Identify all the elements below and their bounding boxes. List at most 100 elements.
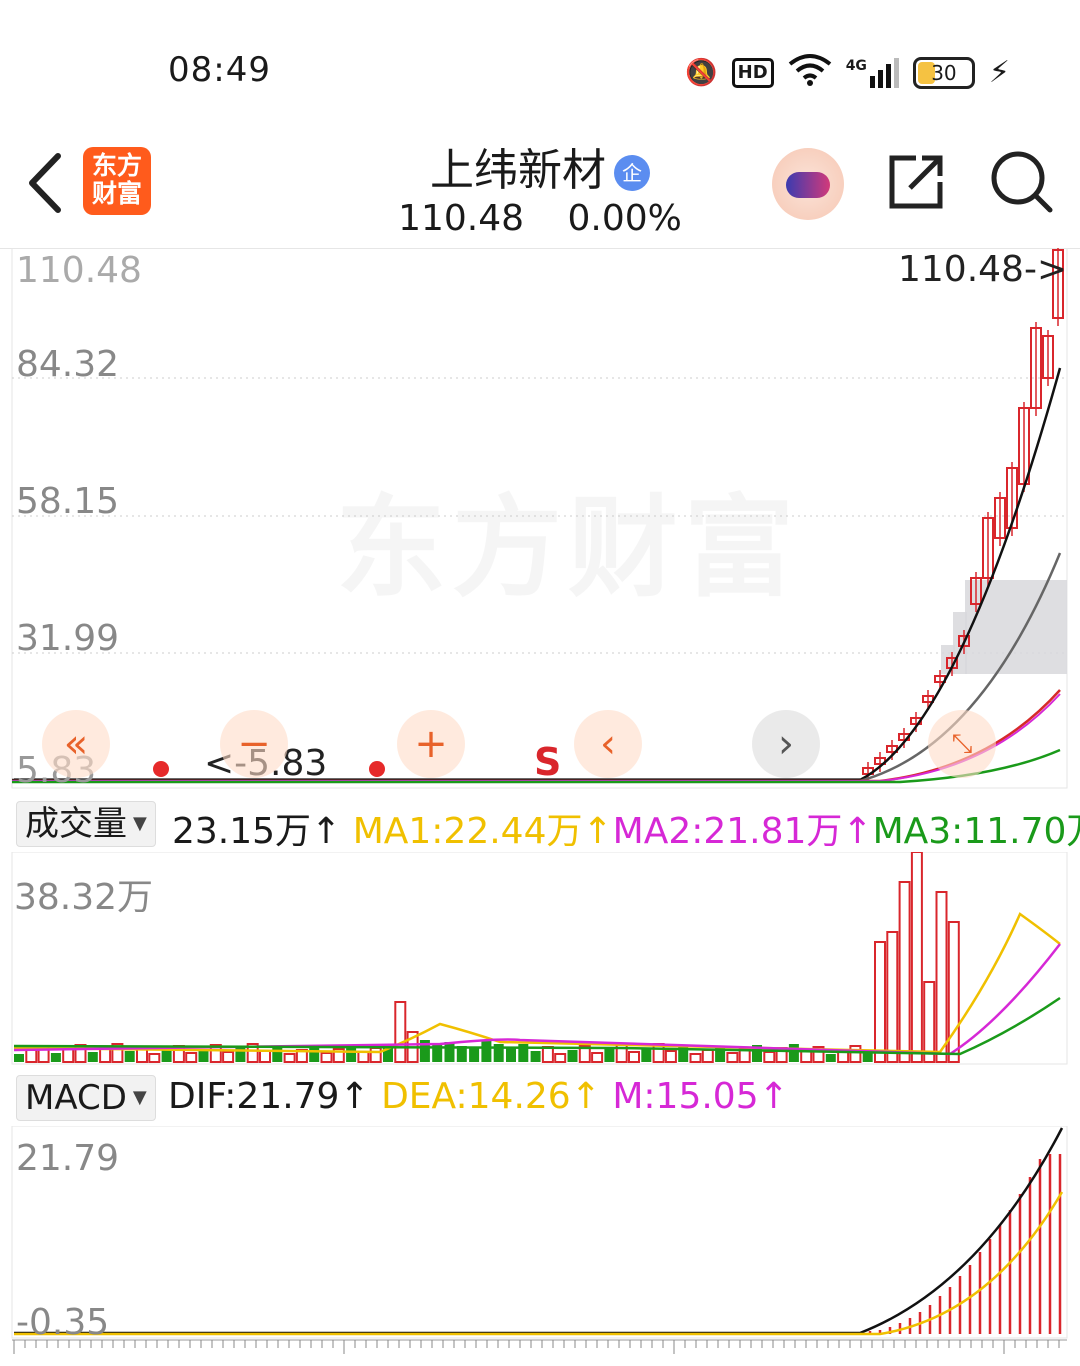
fullscreen-button[interactable]: ⤡ [928,710,996,778]
volume-bar [800,1050,813,1063]
volume-bar [506,1048,516,1062]
macd-y-min: -0.35 [16,1302,110,1343]
mute-icon: 🔕 [685,57,718,88]
kline-y-label-3: 58.15 [16,481,120,522]
scroll-left-button[interactable]: ‹ [574,710,642,778]
minus-icon: − [237,721,271,767]
hd-icon: HD [731,57,774,88]
volume-bar [14,1054,24,1062]
volume-bar [394,1001,407,1063]
volume-bar [604,1049,615,1062]
macd-dif: DIF:21.79↑ [168,1076,370,1117]
volume-ma1-line [13,912,1061,1054]
macd-legend: DIF:21.79↑ DEA:14.26↑ M:15.05↑ [168,1076,789,1117]
volume-bar [715,1046,726,1062]
chevron-left-icon: ‹ [600,721,616,767]
share-icon[interactable] [886,152,946,216]
macd-chart[interactable] [0,1126,1080,1366]
volume-bar [161,1050,172,1062]
volume-bar [320,1052,333,1063]
sell-signal: S [534,740,562,784]
volume-bar [185,1052,198,1063]
volume-bar [689,1053,702,1063]
zoom-in-button[interactable]: + [397,710,465,778]
volume-bar [357,1051,370,1063]
max-price-marker: 110.48-> [898,249,1068,290]
volume-indicator-select[interactable]: 成交量 ▼ [16,801,156,847]
volume-select-label: 成交量 [25,804,127,844]
kline-chart[interactable] [0,248,1080,798]
volume-bar [62,1048,75,1063]
search-icon[interactable] [990,150,1054,218]
caret-down-icon: ▼ [132,1087,147,1108]
volume-ma3: MA3:11.70万↑ [872,811,1080,852]
volume-bar [701,1049,714,1063]
caret-down-icon: ▼ [133,813,147,834]
kline-candles [862,248,1064,782]
scroll-right-button[interactable]: › [752,710,820,778]
volume-bars [14,852,960,1063]
volume-bar [25,1049,38,1063]
enterprise-badge: 企 [614,155,650,191]
signal-dot [369,761,385,777]
stock-name: 上纬新材 [430,145,606,196]
wifi-icon [788,52,832,93]
volume-bar [788,1044,799,1062]
expand-icon: ⤡ [951,728,973,759]
stock-header: 东方 财富 上纬新材企 110.48 0.00% [0,120,1080,249]
macd-y-max: 21.79 [16,1138,120,1179]
volume-bar [124,1051,135,1062]
macd-dea: DEA:14.26↑ [381,1076,601,1117]
battery-level: 30 [931,60,957,85]
chevron-right-icon: › [778,721,794,767]
volume-bar [591,1052,604,1063]
macd-dif-line [14,1127,1064,1335]
volume-bar [567,1050,578,1062]
volume-bar [935,891,948,1063]
network-type: 4G [845,57,867,74]
volume-bar [283,1053,296,1063]
zoom-out-button[interactable]: − [220,710,288,778]
macd-m: M:15.05↑ [612,1076,789,1117]
battery-icon: 30 [912,56,975,89]
volume-bar [50,1053,61,1062]
volume-bar [369,1047,382,1063]
change-percent: 0.00% [567,198,682,239]
volume-bar [444,1042,455,1062]
charging-icon: ⚡ [988,55,1010,90]
kline-y-label-max: 110.48 [16,250,142,291]
volume-bar [898,881,911,1063]
macd-select-label: MACD [25,1078,127,1118]
volume-bar [87,1052,98,1062]
volume-legend: 23.15万↑ MA1:22.44万↑MA2:21.81万↑MA3:11.70万… [172,802,1080,854]
plus-icon: + [414,721,448,767]
macd-dea-line [14,1191,1064,1336]
volume-bar [825,1054,836,1062]
volume-bar [886,931,899,1063]
ma-line-1 [12,367,1062,782]
volume-chart[interactable] [0,852,1080,1066]
assistant-avatar[interactable] [772,148,844,220]
volume-ma2-line [13,943,1061,1056]
macd-indicator-select[interactable]: MACD ▼ [16,1075,156,1121]
volume-bar [222,1051,235,1063]
current-price: 110.48 [398,198,525,239]
volume-bar [541,1046,554,1063]
signal-icon: 4G [845,57,899,88]
volume-bar [554,1053,567,1063]
volume-ma2: MA2:21.81万↑ [612,811,873,852]
double-left-icon: « [63,721,89,767]
volume-bar [910,852,923,1063]
volume-ma3-line [13,996,1061,1056]
volume-bar [763,1051,776,1063]
volume-bar [862,1053,873,1062]
volume-bar [530,1051,541,1062]
kline-y-label-4: 31.99 [16,618,120,659]
status-icons: 🔕 HD 4G 30 ⚡ [685,52,1010,93]
volume-bar [272,1047,283,1062]
volume-value: 23.15万↑ [172,811,342,852]
volume-bar [874,941,886,1063]
scroll-left-fast-button[interactable]: « [42,710,110,778]
time-axis-ticks [12,1339,1067,1354]
volume-bar [947,921,960,1063]
